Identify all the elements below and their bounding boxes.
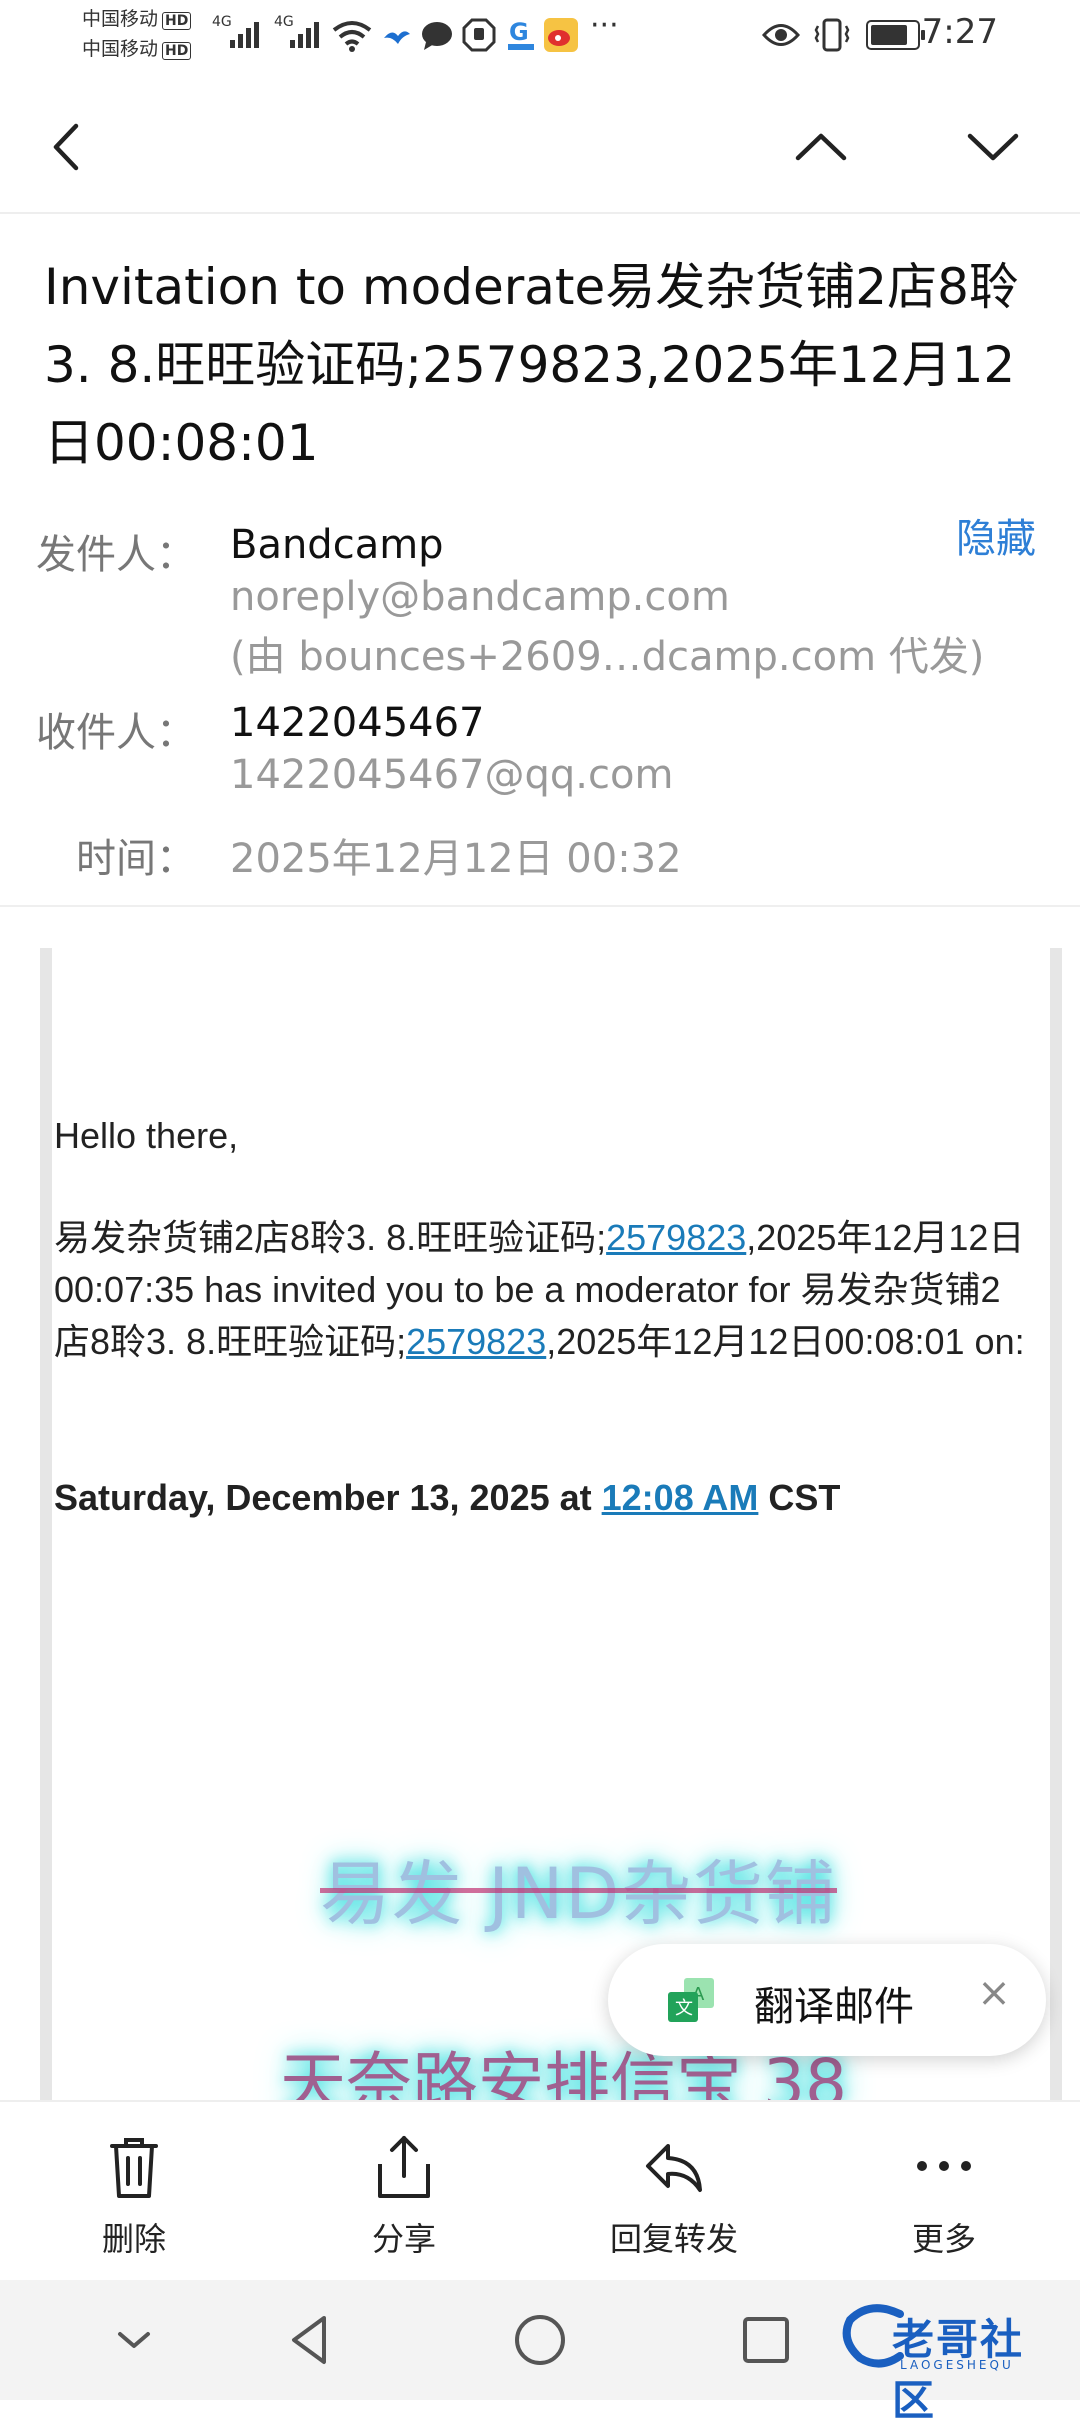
recipient-name[interactable]: 1422045467: [230, 700, 485, 746]
time-label: 时间：: [76, 836, 196, 882]
share-icon: [378, 2136, 430, 2198]
sender-email[interactable]: noreply@bandcamp.com: [230, 574, 730, 620]
code-link-1[interactable]: 2579823: [606, 1217, 746, 1258]
hide-details-link[interactable]: 隐藏: [956, 506, 1036, 564]
from-label: 发件人：: [36, 532, 196, 578]
network-type-1: 4G: [212, 14, 232, 30]
watermark-logo: 老哥社区 LAOGESHEQU: [840, 2300, 1064, 2425]
more-dots-icon: [917, 2161, 971, 2171]
chevron-down-icon: [967, 133, 1019, 161]
delete-label: 删除: [101, 2220, 166, 2258]
chat-icon: [422, 22, 452, 50]
bottom-toolbar: 删除 分享 回复转发 更多: [0, 2100, 1080, 2282]
reply-forward-label: 回复转发: [609, 2220, 738, 2258]
chevron-down-icon: [118, 2332, 150, 2348]
invitation-text-1: 易发杂货铺2店8聆3. 8.旺旺验证码;: [54, 1217, 607, 1258]
triangle-back-icon: [292, 2316, 326, 2364]
more-button[interactable]: 更多: [844, 2122, 1044, 2272]
back-button[interactable]: [32, 112, 102, 182]
recipient-email[interactable]: 1422045467@qq.com: [230, 752, 673, 798]
reply-icon: [646, 2144, 702, 2192]
previous-email-button[interactable]: [786, 112, 856, 182]
event-date-text: Saturday, December 13, 2025 at: [54, 1477, 602, 1518]
wifi-icon: [332, 21, 372, 52]
trash-icon: [110, 2138, 158, 2198]
share-label: 分享: [371, 2220, 436, 2258]
email-subject: Invitation to moderate易发杂货铺2店8聆3. 8.旺旺验证…: [44, 258, 1019, 472]
event-timezone: CST: [758, 1477, 841, 1518]
nav-back-button[interactable]: [280, 2310, 340, 2370]
app-header: [0, 72, 1080, 214]
nav-home-button[interactable]: [510, 2310, 570, 2370]
more-label: 更多: [911, 2220, 976, 2258]
code-link-2[interactable]: 2579823: [406, 1321, 546, 1362]
shield-icon: [462, 18, 496, 52]
hide-nav-button[interactable]: [104, 2310, 164, 2370]
delete-button[interactable]: 删除: [34, 2122, 234, 2272]
invitation-text-3: ,2025年12月12日00:08:01 on:: [546, 1321, 1025, 1362]
chevron-up-icon: [795, 133, 847, 161]
sender-name[interactable]: Bandcamp: [230, 522, 444, 568]
chevron-left-icon: [53, 123, 79, 171]
close-icon[interactable]: ×: [966, 1970, 1022, 2016]
next-email-button[interactable]: [958, 112, 1028, 182]
to-label: 收件人：: [36, 710, 196, 756]
status-clock: 7:27: [921, 12, 998, 52]
translate-label: 翻译邮件: [754, 1984, 914, 2030]
watermark-subtext: LAOGESHEQU: [900, 2358, 1014, 2372]
status-bar: 中国移动 HD 中国移动 HD 4G 4G G ··· 7:27: [0, 0, 1080, 72]
sender-via: (由 bounces+2609…dcamp.com 代发): [230, 634, 985, 680]
sent-time: 2025年12月12日 00:32: [230, 836, 682, 882]
header-divider: [0, 905, 1080, 907]
vibrate-icon: [814, 18, 850, 52]
invitation-paragraph: 易发杂货铺2店8聆3. 8.旺旺验证码;2579823,2025年12月12日0…: [54, 1212, 1034, 1368]
translate-icon: A文: [668, 1978, 714, 2022]
weibo-icon: [544, 18, 578, 52]
g-app-icon: G: [508, 18, 534, 50]
bird-icon: [384, 31, 410, 44]
signal-icon: [230, 18, 266, 48]
signal-icon: [290, 18, 326, 48]
svg-text:文: 文: [675, 1998, 693, 2019]
share-button[interactable]: 分享: [304, 2122, 504, 2272]
carrier-1: 中国移动 HD: [82, 8, 192, 30]
reply-forward-button[interactable]: 回复转发: [574, 2122, 774, 2272]
square-recents-icon: [743, 2317, 789, 2363]
more-icon: ···: [590, 8, 619, 43]
embedded-image-text-1: 易发 JND杂货铺: [320, 1853, 838, 1935]
eye-icon: [762, 24, 800, 46]
battery-icon: [866, 20, 925, 50]
nav-recents-button[interactable]: [736, 2310, 796, 2370]
svg-text:G: G: [509, 18, 529, 46]
translate-email-pill[interactable]: A文 翻译邮件 ×: [608, 1944, 1046, 2056]
greeting-text: Hello there,: [54, 1115, 239, 1156]
circle-home-icon: [515, 2315, 565, 2365]
carrier-2: 中国移动 HD: [82, 38, 192, 60]
event-date-line: Saturday, December 13, 2025 at 12:08 AM …: [54, 1472, 1034, 1524]
event-time-link[interactable]: 12:08 AM: [602, 1477, 759, 1518]
